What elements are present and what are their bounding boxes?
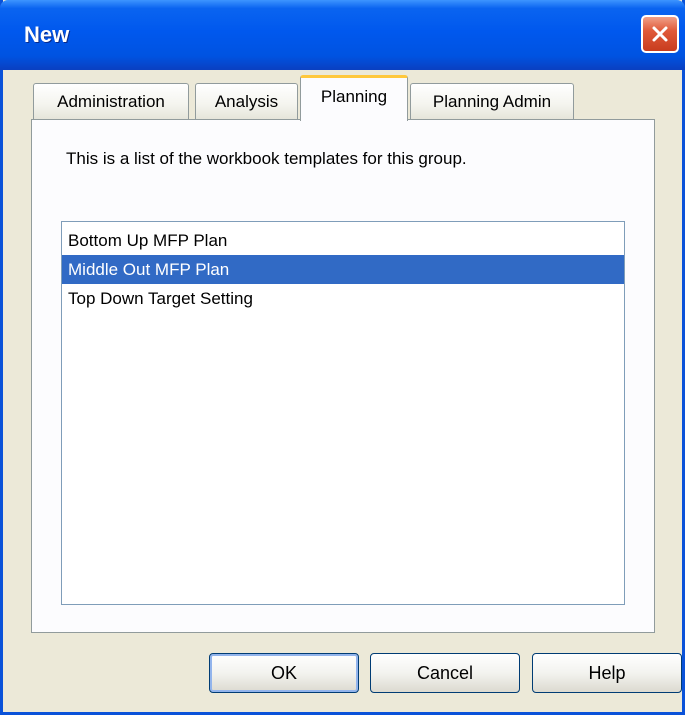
help-button[interactable]: Help bbox=[532, 653, 682, 693]
window-title: New bbox=[24, 22, 70, 47]
cancel-button[interactable]: Cancel bbox=[370, 653, 520, 693]
ok-button[interactable]: OK bbox=[209, 653, 359, 693]
tab-label: Analysis bbox=[214, 91, 279, 111]
tab-label: Administration bbox=[57, 91, 165, 111]
tab-label: Planning bbox=[320, 87, 388, 106]
close-button[interactable] bbox=[641, 15, 679, 53]
planning-panel: This is a list of the workbook templates… bbox=[31, 119, 655, 633]
tab-planning[interactable]: Planning bbox=[300, 75, 408, 121]
tab-label: Planning Admin bbox=[432, 91, 552, 111]
list-item-top-down-target-setting[interactable]: Top Down Target Setting bbox=[62, 284, 624, 313]
list-item-bottom-up-mfp-plan[interactable]: Bottom Up MFP Plan bbox=[62, 226, 624, 255]
template-list[interactable]: Bottom Up MFP Plan Middle Out MFP Plan T… bbox=[61, 221, 625, 605]
panel-description: This is a list of the workbook templates… bbox=[66, 149, 467, 168]
tab-planning-admin[interactable]: Planning Admin bbox=[410, 83, 574, 119]
list-item-middle-out-mfp-plan[interactable]: Middle Out MFP Plan bbox=[62, 255, 624, 284]
title-bar[interactable]: New bbox=[0, 0, 685, 70]
tab-administration[interactable]: Administration bbox=[33, 83, 189, 119]
tab-analysis[interactable]: Analysis bbox=[195, 83, 298, 119]
close-icon bbox=[652, 26, 668, 42]
new-dialog: New Administration Analysis Planning Pla… bbox=[0, 0, 685, 715]
